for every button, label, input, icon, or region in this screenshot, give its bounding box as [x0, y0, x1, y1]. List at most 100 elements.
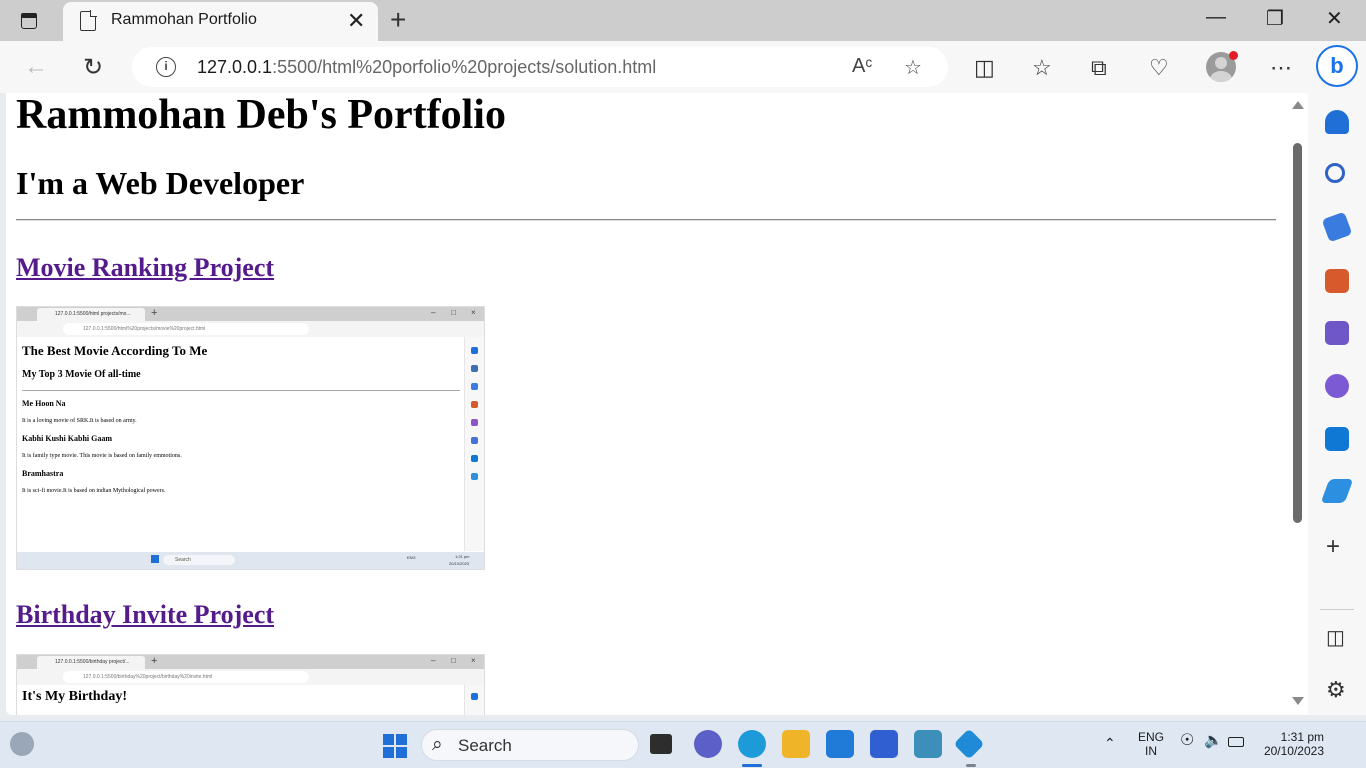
favorites-icon[interactable]: ☆: [1032, 55, 1052, 81]
thumb-movie-desc: It is family type movie. This movie is b…: [22, 453, 182, 459]
close-tab-icon[interactable]: ✕: [347, 8, 365, 34]
start-button-icon[interactable]: [383, 734, 407, 758]
close-window-button[interactable]: ✕: [1326, 6, 1343, 31]
settings-gear-icon[interactable]: ⚙: [1326, 677, 1346, 703]
thumb-movie-desc: It is a loving movie of SRK.It is based …: [22, 418, 137, 424]
split-screen-icon[interactable]: ◫: [974, 55, 995, 81]
thumb-close-icon: ×: [471, 656, 476, 665]
thumb-subheading: My Top 3 Movie Of all-time: [22, 369, 141, 380]
thumb-toolbar: 127.0.0.1:5500/html%20projects/movie%20p…: [17, 321, 484, 337]
page-scrollbar[interactable]: [1288, 93, 1308, 715]
sidebar-divider: [1320, 609, 1354, 610]
collections-icon[interactable]: ⧉: [1091, 55, 1107, 81]
edge-browser-icon[interactable]: [738, 730, 766, 758]
thumb-url: 127.0.0.1:5500/html%20projects/movie%20p…: [63, 323, 309, 335]
scroll-up-arrow-icon[interactable]: [1292, 101, 1304, 109]
thumb-toolbar: 127.0.0.1:5500/birthday%20project/birthd…: [17, 669, 484, 685]
thumb-sidebar: [464, 337, 484, 551]
clock[interactable]: 1:31 pm 20/10/2023: [1260, 730, 1324, 758]
browser-toolbar: ← ↻ i 127.0.0.1:5500/html%20porfolio%20p…: [0, 41, 1366, 93]
search-icon[interactable]: [1325, 163, 1345, 183]
scrollbar-thumb[interactable]: [1293, 143, 1302, 523]
address-bar[interactable]: i 127.0.0.1:5500/html%20porfolio%20proje…: [132, 47, 948, 87]
file-explorer-icon[interactable]: [782, 730, 810, 758]
edge-sidebar: + ◫ ⚙: [1308, 93, 1366, 715]
thumb-tab-strip: 127.0.0.1:5500/birthday project/... + – …: [17, 655, 484, 669]
thumb-maximize-icon: □: [451, 656, 456, 665]
thumb-close-icon: ×: [471, 308, 476, 317]
birthday-project-screenshot: 127.0.0.1:5500/birthday project/... + – …: [16, 654, 485, 715]
show-hidden-icons-chevron-icon[interactable]: ⌃: [1104, 736, 1116, 750]
volume-icon[interactable]: 🔈: [1204, 733, 1223, 748]
task-view-icon[interactable]: [650, 734, 672, 754]
thumb-movie-title: Me Hoon Na: [22, 399, 66, 408]
thumb-tab: 127.0.0.1:5500/html projects/mo...: [37, 308, 145, 321]
widgets-icon[interactable]: [10, 732, 34, 756]
thumb-taskbar-lang: ENG: [407, 555, 416, 560]
thumb-movie-title: Kabhi Kushi Kabhi Gaam: [22, 434, 113, 443]
microsoft-store-icon[interactable]: [870, 730, 898, 758]
movie-ranking-project-link[interactable]: Movie Ranking Project: [16, 253, 274, 283]
windows-taskbar: ⌕ Search ⌃ ENG IN ☉ 🔈 1:31 pm 20/10/2023: [0, 721, 1366, 768]
thumb-divider: [22, 390, 460, 391]
read-aloud-icon[interactable]: Aᶜ: [852, 55, 872, 78]
movie-project-screenshot: 127.0.0.1:5500/html projects/mo... + – □…: [16, 306, 485, 570]
refresh-button[interactable]: ↻: [83, 53, 103, 82]
taskbar-search-label: Search: [458, 736, 512, 755]
thumb-sidebar: [464, 685, 484, 715]
thumb-tab: 127.0.0.1:5500/birthday project/...: [37, 656, 145, 669]
tab-rammohan-portfolio[interactable]: Rammohan Portfolio ✕: [63, 2, 378, 41]
language-indicator[interactable]: ENG IN: [1138, 730, 1164, 758]
page-title: Rammohan Deb's Portfolio: [16, 93, 506, 138]
search-icon: ⌕: [432, 734, 443, 755]
teams-chat-icon[interactable]: [694, 730, 722, 758]
tab-title: Rammohan Portfolio: [111, 11, 257, 28]
url-text[interactable]: 127.0.0.1:5500/html%20porfolio%20project…: [197, 57, 656, 78]
app-icon[interactable]: [914, 730, 942, 758]
active-app-indicator: [742, 764, 762, 767]
notification-bell-icon[interactable]: [1325, 110, 1349, 134]
app-running-indicator: [966, 764, 976, 767]
page-icon: [80, 10, 97, 31]
thumb-heading: It's My Birthday!: [22, 689, 127, 704]
add-sidebar-app-icon[interactable]: +: [1326, 533, 1340, 561]
thumb-movie-desc: It is sci-fi movie.It is based on indian…: [22, 488, 166, 494]
thumb-taskbar-date: 20/10/2023: [449, 561, 470, 566]
shopping-tag-icon[interactable]: [1321, 211, 1353, 243]
thumb-tab-strip: 127.0.0.1:5500/html projects/mo... + – □…: [17, 307, 484, 321]
page-subtitle: I'm a Web Developer: [16, 165, 305, 201]
outlook-icon[interactable]: [1325, 427, 1349, 451]
back-button[interactable]: ←: [24, 53, 48, 81]
minimize-button[interactable]: —: [1206, 6, 1226, 29]
site-info-icon[interactable]: i: [156, 57, 176, 77]
favorite-star-icon[interactable]: ☆: [904, 55, 922, 80]
mail-icon[interactable]: [826, 730, 854, 758]
new-tab-button[interactable]: +: [390, 4, 406, 36]
more-menu-icon[interactable]: ⋯: [1270, 55, 1292, 81]
tab-strip: Rammohan Portfolio ✕ + — ❐ ✕: [0, 0, 1366, 41]
games-icon[interactable]: [1325, 321, 1349, 345]
maximize-button[interactable]: ❐: [1266, 6, 1284, 31]
thumb-minimize-icon: –: [431, 656, 436, 665]
browser-essentials-icon[interactable]: ♡: [1149, 55, 1169, 81]
bing-copilot-icon[interactable]: b: [1316, 45, 1358, 87]
microsoft-365-icon[interactable]: [1325, 374, 1349, 398]
drop-icon[interactable]: [1320, 479, 1354, 503]
thumb-url: 127.0.0.1:5500/birthday%20project/birthd…: [63, 671, 309, 683]
thumb-taskbar: Search ENG 1:21 pm 20/10/2023: [17, 552, 484, 569]
network-globe-icon[interactable]: ☉: [1180, 733, 1194, 749]
birthday-invite-project-link[interactable]: Birthday Invite Project: [16, 600, 274, 630]
page-viewport: Rammohan Deb's Portfolio I'm a Web Devel…: [6, 93, 1308, 715]
scroll-down-arrow-icon[interactable]: [1292, 697, 1304, 705]
notification-dot: [1229, 51, 1238, 60]
thumb-movie-title: Bramhastra: [22, 469, 64, 478]
battery-icon[interactable]: [1228, 737, 1244, 747]
taskbar-search[interactable]: ⌕ Search: [421, 729, 639, 761]
vscode-icon[interactable]: [953, 728, 985, 760]
divider: [16, 219, 1276, 221]
tools-icon[interactable]: [1325, 269, 1349, 293]
hide-sidebar-icon[interactable]: ◫: [1326, 625, 1345, 650]
thumb-new-tab-icon: +: [151, 655, 158, 667]
thumb-heading: The Best Movie According To Me: [22, 343, 208, 358]
tab-actions-icon[interactable]: [18, 10, 40, 32]
